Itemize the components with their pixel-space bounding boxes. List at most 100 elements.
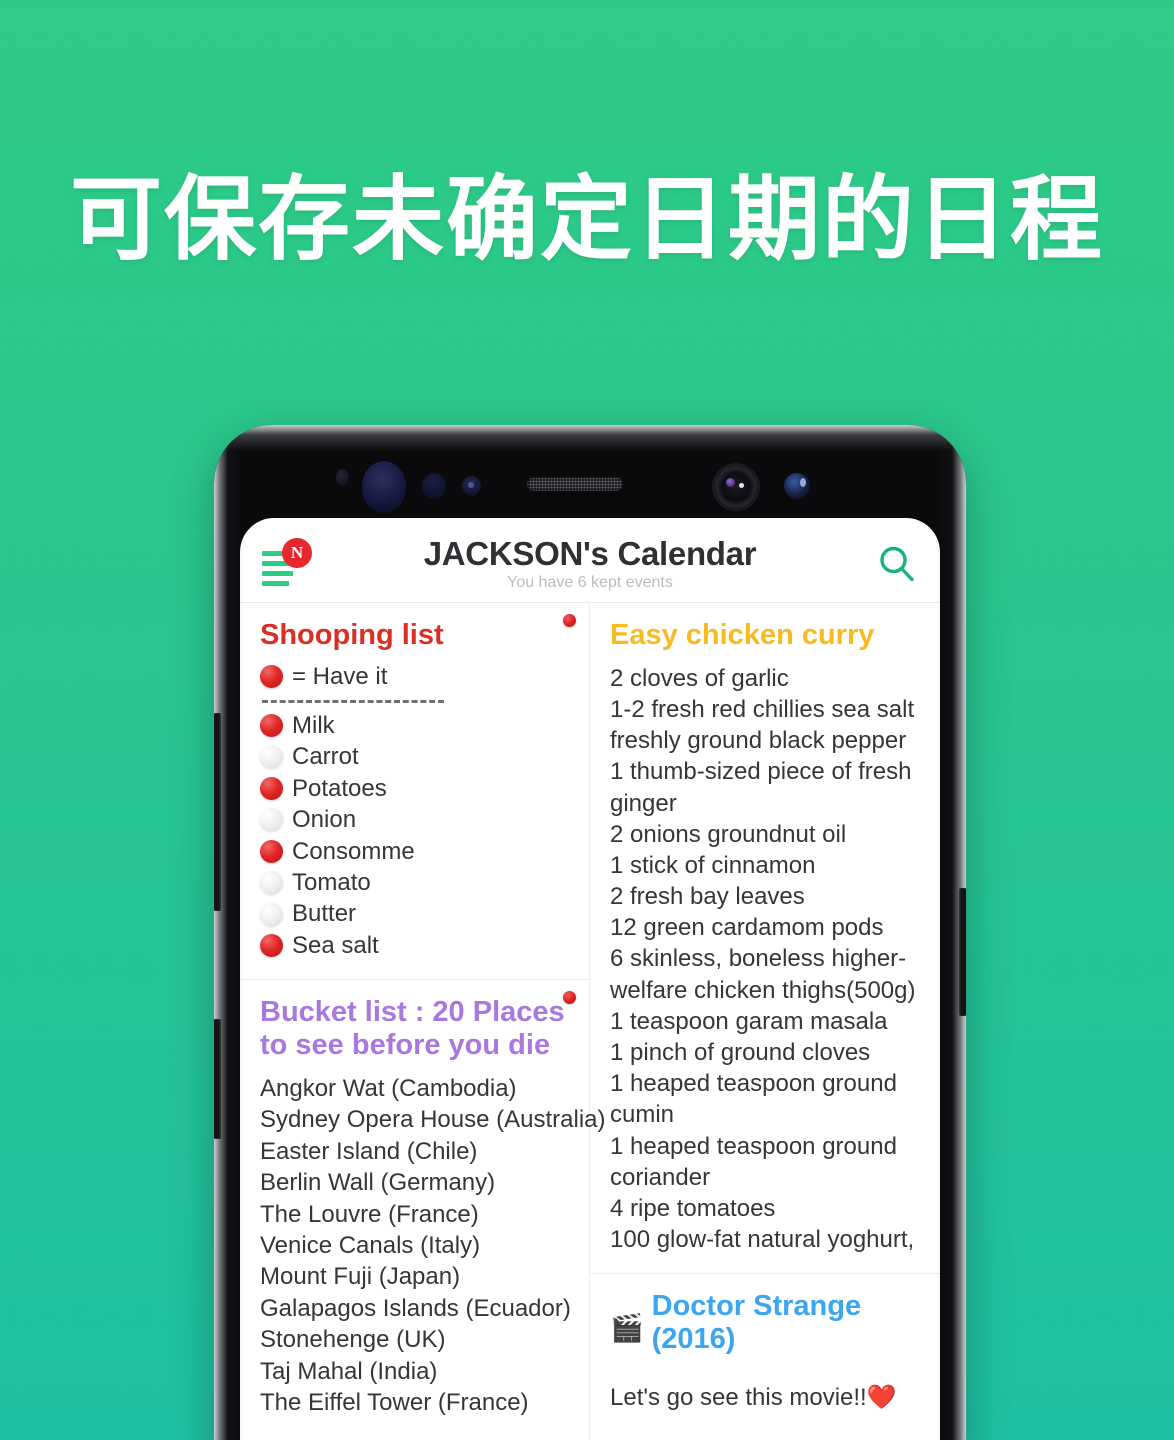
list-item-label: Sea salt [292,931,379,959]
recipe-line: 1 heaped teaspoon ground [610,1070,897,1098]
recipe-line: 1 stick of cinnamon [610,851,816,879]
notes-content: Shooping list = Have it Milk Carrot Potato… [240,603,940,1440]
bixby-button[interactable] [214,1019,221,1139]
recipe-line: 1-2 fresh red chillies sea salt [610,695,915,723]
bead-empty-icon[interactable] [260,808,283,832]
recipe-ingredient-lines: 2 cloves of garlic 1-2 fresh red chillies… [610,663,918,1256]
recipe-line: 2 cloves of garlic [610,664,789,692]
status-dot-icon [563,614,576,627]
list-item[interactable]: Galapagos Islands (Ecuador) [260,1293,571,1324]
list-item[interactable]: Tomato [260,867,567,898]
list-item[interactable]: Onion [260,804,567,835]
list-item-label: Milk [292,711,335,739]
list-item-label: Potatoes [292,774,387,802]
bead-empty-icon[interactable] [260,871,283,895]
app-title-block: JACKSON's Calendar You have 6 kept event… [240,518,940,592]
bucket-item-list: Angkor Wat (Cambodia) Sydney Opera House … [260,1073,606,1419]
list-item[interactable]: Potatoes [260,773,567,804]
movie-title-row: 🎬 Doctor Strange (2016) [610,1290,918,1367]
page-headline: 可保存未确定日期的日程 [69,169,1104,271]
list-item[interactable]: Butter [260,898,567,929]
right-column: Easy chicken curry 2 cloves of garlic 1-2… [590,603,940,1440]
phone-top-sheen [214,425,966,451]
shopping-list-title: Shooping list [260,619,444,651]
recipe-line: 12 green cardamom pods [610,914,884,942]
recipe-line: ginger [610,789,677,817]
legend-label: = Have it [292,662,388,690]
iris-camera-icon [784,473,810,499]
list-item[interactable]: Berlin Wall (Germany) [260,1167,567,1198]
list-item-label: Butter [292,900,357,928]
bead-filled-icon[interactable] [260,713,283,737]
bead-empty-icon[interactable] [260,745,283,769]
recipe-line: 2 fresh bay leaves [610,883,805,911]
recipe-line: 6 skinless, boneless higher- [610,945,907,973]
list-item[interactable]: Mount Fuji (Japan) [260,1261,567,1292]
movie-title: Doctor Strange (2016) [651,1290,862,1356]
recipe-line: 1 pinch of ground cloves [610,1039,871,1067]
bucket-list-title: Bucket list : 20 Places to see before yo… [260,996,565,1062]
movie-note-text: Let's go see this movie!! [610,1383,867,1411]
iris-scanner-icon [362,461,406,513]
recipe-line: 1 heaped teaspoon ground [610,1132,897,1160]
app-header: N JACKSON's Calendar You have 6 kept eve… [240,518,940,603]
recipe-line: 1 teaspoon garam masala [610,1007,888,1035]
list-item[interactable]: The Eiffel Tower (France) [260,1387,567,1418]
led-indicator-icon [462,476,481,496]
heart-icon: ❤️ [866,1383,897,1411]
list-item[interactable]: Sydney Opera House (Australia) [260,1104,606,1135]
list-item[interactable]: Stonehenge (UK) [260,1324,567,1355]
clapper-board-icon: 🎬 [610,1313,644,1344]
list-item[interactable]: Carrot [260,741,567,772]
recipe-line: 100 glow-fat natural yoghurt, [610,1226,915,1254]
list-item[interactable]: Angkor Wat (Cambodia) [260,1073,567,1104]
left-column: Shooping list = Have it Milk Carrot Potato… [240,603,606,1440]
list-item-label: Onion [292,806,357,834]
bead-filled-icon[interactable] [260,934,283,958]
kept-events-status: You have 6 kept events [507,574,673,591]
dashed-divider [262,699,444,703]
list-item-label: Carrot [292,743,359,771]
list-item-label: Tomato [292,868,371,896]
recipe-title: Easy chicken curry [610,619,875,651]
notification-badge: N [282,538,312,568]
list-item[interactable]: Milk [260,710,567,741]
bead-filled-icon[interactable] [260,839,283,863]
list-item[interactable]: Consomme [260,836,567,867]
list-item[interactable]: Sea salt [260,930,567,961]
legend-bead-icon [260,665,283,689]
shopping-legend: = Have it [260,663,567,691]
movie-note: Let's go see this movie!!❤️ [610,1383,918,1412]
recipe-line: coriander [610,1163,711,1191]
volume-button[interactable] [214,713,221,911]
card-movie[interactable]: 🎬 Doctor Strange (2016) Let's go see thi… [590,1273,940,1440]
recipe-line: 1 thumb-sized piece of fresh [610,758,912,786]
light-sensor-icon [422,473,446,499]
bead-filled-icon[interactable] [260,776,283,800]
earpiece-speaker-icon [527,477,623,491]
search-icon [880,546,914,582]
list-item[interactable]: The Louvre (France) [260,1199,567,1230]
recipe-line: 4 ripe tomatoes [610,1194,776,1222]
search-button[interactable] [876,543,918,585]
hamburger-menu-button[interactable]: N [262,538,312,586]
bead-empty-icon[interactable] [260,902,283,926]
front-camera-icon [714,465,758,509]
phone-mockup: N JACKSON's Calendar You have 6 kept eve… [214,425,966,1440]
list-item[interactable]: Easter Island (Chile) [260,1136,567,1167]
recipe-line: freshly ground black pepper [610,727,907,755]
recipe-line: 2 onions groundnut oil [610,820,847,848]
page-title: JACKSON's Calendar [423,535,757,572]
status-dot-icon [563,991,576,1005]
card-recipe[interactable]: Easy chicken curry 2 cloves of garlic 1-2… [590,603,940,1273]
list-item[interactable]: Venice Canals (Italy) [260,1230,567,1261]
list-item[interactable]: Taj Mahal (India) [260,1356,567,1387]
card-shopping-list[interactable]: Shooping list = Have it Milk Carrot Potato… [240,603,589,979]
recipe-line: welfare chicken thighs(500g) [610,976,916,1004]
proximity-sensor-icon [336,469,349,486]
recipe-line: cumin [610,1101,675,1129]
list-item-label: Consomme [292,837,415,865]
power-button[interactable] [959,888,966,1016]
card-bucket-list[interactable]: Bucket list : 20 Places to see before yo… [240,979,606,1436]
phone-screen: N JACKSON's Calendar You have 6 kept eve… [240,518,940,1440]
